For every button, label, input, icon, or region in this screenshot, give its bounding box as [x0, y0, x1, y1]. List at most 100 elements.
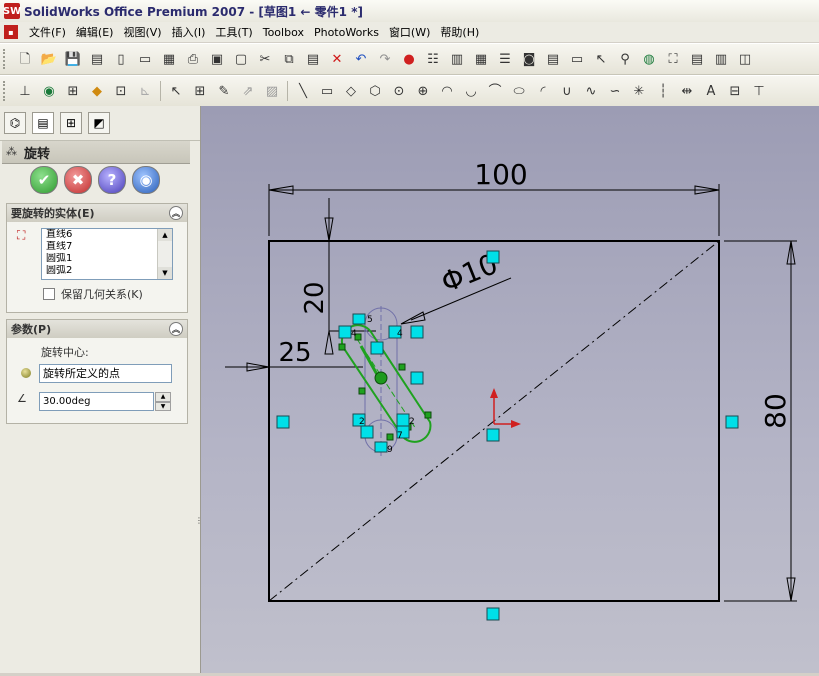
display-manager-tab-icon[interactable]: ◩: [88, 112, 110, 134]
select-icon[interactable]: ↖: [166, 81, 186, 101]
ok-button[interactable]: ✔: [30, 166, 58, 194]
save-icon[interactable]: 💾: [63, 49, 83, 69]
undo-icon[interactable]: ↶: [351, 49, 371, 69]
toolbar-grip[interactable]: [3, 81, 9, 101]
circle-icon[interactable]: ⊙: [389, 81, 409, 101]
print-preview-icon[interactable]: ▣: [207, 49, 227, 69]
convert-entities-icon[interactable]: ⇹: [677, 81, 697, 101]
list-scrollbar[interactable]: ▲ ▼: [157, 229, 172, 279]
line-icon[interactable]: ╲: [293, 81, 313, 101]
cut-icon[interactable]: ✂: [255, 49, 275, 69]
menu-view[interactable]: 视图(V): [118, 24, 166, 40]
sketch-3d-icon[interactable]: ⇗: [238, 81, 258, 101]
sketch-picture-icon[interactable]: ▨: [262, 81, 282, 101]
text-icon[interactable]: A: [701, 81, 721, 101]
sketch-entities-icon[interactable]: ⊞: [63, 81, 83, 101]
spline-icon[interactable]: ∿: [581, 81, 601, 101]
centerline-icon[interactable]: ┆: [653, 81, 673, 101]
document-property-icon[interactable]: ▦: [159, 49, 179, 69]
list-item[interactable]: 直线6: [42, 229, 172, 241]
grid-table-icon[interactable]: ▦: [471, 49, 491, 69]
dimension-80[interactable]: 80: [759, 393, 792, 429]
trim-icon[interactable]: ⊤: [749, 81, 769, 101]
angle-spinner[interactable]: ▲ ▼: [155, 392, 171, 411]
collapse-icon[interactable]: ︽: [169, 322, 183, 336]
partial-ellipse-icon[interactable]: ◜: [533, 81, 553, 101]
rotation-center-point-icon[interactable]: [374, 371, 388, 385]
detailed-preview-button[interactable]: ◉: [132, 166, 160, 194]
dimension-100[interactable]: 100: [474, 158, 527, 191]
checkbox-box[interactable]: [43, 288, 55, 300]
new-document-icon[interactable]: 🗋: [15, 49, 35, 69]
spin-down-icon[interactable]: ▼: [155, 401, 171, 411]
toolbar-grip[interactable]: [3, 49, 9, 69]
layer-icon[interactable]: ▤: [543, 49, 563, 69]
list-item[interactable]: 圆弧2: [42, 265, 172, 277]
feature-manager-tab-icon[interactable]: ⌬: [4, 112, 26, 134]
smart-dimension-icon[interactable]: ⊥: [15, 81, 35, 101]
scroll-down-icon[interactable]: ▼: [158, 267, 172, 279]
offset-icon[interactable]: ⊟: [725, 81, 745, 101]
dimension-20[interactable]: 20: [300, 281, 330, 314]
property-manager-tab-icon[interactable]: ▤: [32, 112, 54, 134]
menu-toolbox[interactable]: Toolbox: [258, 26, 309, 39]
entities-list[interactable]: 直线6 直线7 圆弧1 圆弧2 ▲ ▼: [41, 228, 173, 280]
parallelogram-icon[interactable]: ◇: [341, 81, 361, 101]
open-folder-icon[interactable]: 📂: [39, 49, 59, 69]
scroll-up-icon[interactable]: ▲: [158, 229, 172, 241]
sketch-icon[interactable]: ✎: [214, 81, 234, 101]
keep-relations-checkbox[interactable]: 保留几何关系(K): [43, 286, 143, 302]
centerpoint-arc-icon[interactable]: ◠: [437, 81, 457, 101]
copy-document-icon[interactable]: ▭: [135, 49, 155, 69]
point-icon[interactable]: ✳: [629, 81, 649, 101]
rotation-center-field[interactable]: 旋转所定义的点: [39, 364, 172, 383]
print-icon[interactable]: ⎙: [183, 49, 203, 69]
list-item[interactable]: 圆弧1: [42, 253, 172, 265]
page-icon[interactable]: ▢: [231, 49, 251, 69]
menu-photoworks[interactable]: PhotoWorks: [309, 26, 384, 39]
file-props-icon[interactable]: ▥: [447, 49, 467, 69]
perimeter-circle-icon[interactable]: ⊕: [413, 81, 433, 101]
graphics-viewport[interactable]: 100 80 20 25 Φ10 5 4 4 2 2 7 9: [201, 106, 819, 673]
tangent-arc-icon[interactable]: ◡: [461, 81, 481, 101]
pattern-icon[interactable]: ⊡: [111, 81, 131, 101]
configuration-manager-tab-icon[interactable]: ⊞: [60, 112, 82, 134]
redo-icon[interactable]: ↷: [375, 49, 395, 69]
select-filter-icon[interactable]: ⚲: [615, 49, 635, 69]
fullscreen-icon[interactable]: ⛶: [663, 49, 683, 69]
parabola-icon[interactable]: ∪: [557, 81, 577, 101]
options-icon[interactable]: ☷: [423, 49, 443, 69]
split-vertical-icon[interactable]: ▥: [711, 49, 731, 69]
cancel-button[interactable]: ✖: [64, 166, 92, 194]
spline-on-surface-icon[interactable]: ∽: [605, 81, 625, 101]
polygon-icon[interactable]: ⬡: [365, 81, 385, 101]
document-icon[interactable]: ▯: [111, 49, 131, 69]
entities-group-header[interactable]: 要旋转的实体(E) ︽: [7, 204, 187, 222]
copy-icon[interactable]: ⧉: [279, 49, 299, 69]
menu-tools[interactable]: 工具(T): [210, 24, 257, 40]
paint-icon[interactable]: ◆: [87, 81, 107, 101]
spin-up-icon[interactable]: ▲: [155, 392, 171, 402]
angle-field[interactable]: 30.00deg: [39, 392, 154, 411]
ellipse-icon[interactable]: ⬭: [509, 81, 529, 101]
select-arrow-icon[interactable]: ↖: [591, 49, 611, 69]
dimension-25[interactable]: 25: [278, 338, 311, 368]
delete-icon[interactable]: ✕: [327, 49, 347, 69]
save-all-icon[interactable]: ▤: [87, 49, 107, 69]
relation-markers[interactable]: [276, 250, 739, 621]
document-icon[interactable]: ▪: [4, 25, 18, 39]
checklist-icon[interactable]: ☰: [495, 49, 515, 69]
camera-icon[interactable]: ◙: [519, 49, 539, 69]
disabled-tool-icon[interactable]: ⊾: [135, 81, 155, 101]
traffic-light-icon[interactable]: ●: [399, 49, 419, 69]
sketch-canvas[interactable]: 100 80 20 25 Φ10 5 4 4 2 2 7 9: [201, 106, 819, 673]
grid-icon[interactable]: ⊞: [190, 81, 210, 101]
tile-icon[interactable]: ▤: [687, 49, 707, 69]
list-item[interactable]: 直线7: [42, 241, 172, 253]
collapse-icon[interactable]: ︽: [169, 206, 183, 220]
sketch-relations-icon[interactable]: ◉: [39, 81, 59, 101]
view-window-icon[interactable]: ▭: [567, 49, 587, 69]
menu-window[interactable]: 窗口(W): [384, 24, 435, 40]
three-point-arc-icon[interactable]: ⌒: [485, 81, 505, 101]
menu-edit[interactable]: 编辑(E): [71, 24, 119, 40]
